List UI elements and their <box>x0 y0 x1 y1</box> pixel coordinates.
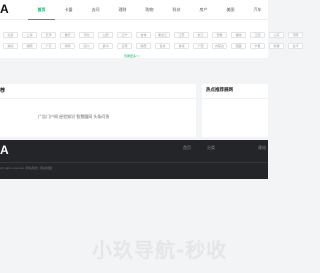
region-link[interactable]: 陕西 <box>136 43 151 49</box>
region-panel: 北京 上海 天津 重庆 河北 山西 辽宁 吉林 黑龙江 江苏 浙江 安徽 福建 江西 山东 河南 湖北 湖南 广东… <box>0 20 303 58</box>
region-link[interactable]: 辽宁 <box>117 32 132 38</box>
region-link[interactable]: 天津 <box>41 32 56 38</box>
hot-recommend-title: 热点推荐展网 <box>206 87 233 92</box>
region-link[interactable]: 安徽 <box>212 32 227 38</box>
region-link[interactable]: 四川 <box>79 43 94 49</box>
region-link[interactable]: 黑龙江 <box>155 32 170 38</box>
region-link[interactable]: 海南 <box>60 43 75 49</box>
divider <box>202 98 268 99</box>
region-link[interactable]: 贵州 <box>98 43 113 49</box>
recommend-card-text[interactable]: 广告门户网 经验知识 智慧圆网 头条问答 <box>38 114 109 120</box>
region-link[interactable]: 湖北 <box>3 43 18 49</box>
hot-recommend-card: 热点推荐展网 <box>202 84 268 137</box>
region-link[interactable]: 河南 <box>288 32 303 38</box>
copyright-text: All rights reserved. 网站导航 | 网站地图 <box>0 166 53 170</box>
region-link[interactable]: 青海 <box>174 43 189 49</box>
main-nav: 首页 卡盟 去问 理财 购物 科技 房产 美图 汽车 <box>28 0 271 20</box>
region-link[interactable]: 福建 <box>231 32 246 38</box>
region-link[interactable]: 江苏 <box>174 32 189 38</box>
region-link[interactable]: 吉林 <box>136 32 151 38</box>
site-logo[interactable]: A <box>0 2 9 16</box>
region-link[interactable]: 北京 <box>3 32 18 38</box>
region-row-2: 湖北 湖南 广东 海南 四川 贵州 云南 陕西 甘肃 青海 广西 内蒙古 西藏 宁夏 新疆 台湾 <box>3 43 303 49</box>
footer-divider <box>0 162 268 163</box>
region-link[interactable]: 浙江 <box>193 32 208 38</box>
region-link[interactable]: 河北 <box>79 32 94 38</box>
nav-item-home[interactable]: 首页 <box>28 0 55 20</box>
footer-link-category[interactable]: 分类 <box>207 145 215 151</box>
nav-item-7[interactable]: 房产 <box>190 0 217 20</box>
region-link[interactable]: 上海 <box>22 32 37 38</box>
region-link[interactable]: 新疆 <box>269 43 284 49</box>
region-row-1: 北京 上海 天津 重庆 河北 山西 辽宁 吉林 黑龙江 江苏 浙江 安徽 福建 江西 山东 河南 <box>3 32 303 38</box>
region-link[interactable]: 湖南 <box>22 43 37 49</box>
region-link[interactable]: 宁夏 <box>250 43 265 49</box>
nav-item-9[interactable]: 汽车 <box>244 0 271 20</box>
region-link[interactable]: 广东 <box>41 43 56 49</box>
divider <box>0 98 196 99</box>
footer: A 首页 分类 建站 All rights reserved. 网站导航 | 网… <box>0 140 268 179</box>
region-link[interactable]: 西藏 <box>231 43 246 49</box>
footer-link-home[interactable]: 首页 <box>183 145 191 151</box>
recommend-card: 荐 广告门户网 经验知识 智慧圆网 头条问答 <box>0 84 196 137</box>
nav-item-3[interactable]: 去问 <box>82 0 109 20</box>
region-link[interactable]: 重庆 <box>60 32 75 38</box>
nav-item-8[interactable]: 美图 <box>217 0 244 20</box>
top-navbar: A 首页 卡盟 去问 理财 购物 科技 房产 美图 汽车 <box>0 0 268 20</box>
region-link[interactable]: 甘肃 <box>155 43 170 49</box>
footer-logo[interactable]: A <box>0 143 9 157</box>
more-regions-link[interactable]: 查看更多>> <box>124 54 140 58</box>
region-link[interactable]: 内蒙古 <box>212 43 227 49</box>
nav-item-2[interactable]: 卡盟 <box>55 0 82 20</box>
region-link[interactable]: 江西 <box>250 32 265 38</box>
recommend-card-title: 荐 <box>0 88 6 94</box>
nav-item-6[interactable]: 科技 <box>163 0 190 20</box>
region-link[interactable]: 山东 <box>269 32 284 38</box>
region-link[interactable]: 云南 <box>117 43 132 49</box>
region-link[interactable]: 广西 <box>193 43 208 49</box>
footer-link-build[interactable]: 建站 <box>258 145 266 151</box>
nav-item-4[interactable]: 理财 <box>109 0 136 20</box>
region-link[interactable]: 山西 <box>98 32 113 38</box>
nav-item-5[interactable]: 购物 <box>136 0 163 20</box>
region-link[interactable]: 台湾 <box>288 43 303 49</box>
site-banner-text: 小玖导航-秒收 <box>92 238 228 262</box>
